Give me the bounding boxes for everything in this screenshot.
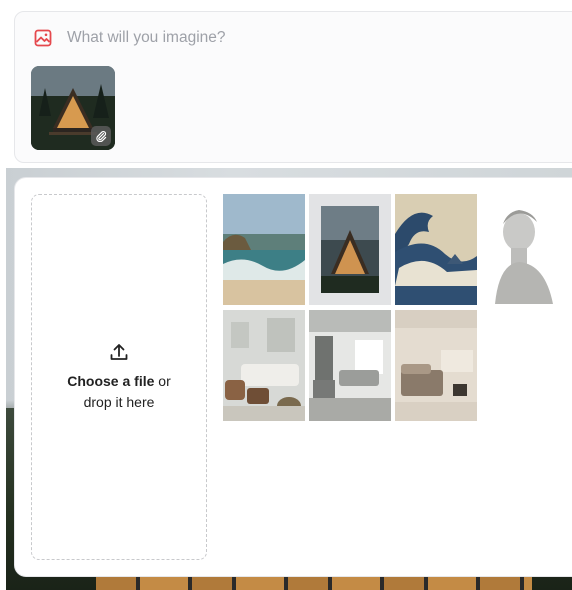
image-upload-panel: Choose a file or drop it here <box>14 177 572 577</box>
background-cabin-lights <box>96 576 532 590</box>
greek-bust-image[interactable] <box>481 194 563 305</box>
great-wave-image[interactable] <box>395 194 477 305</box>
drop-here-text: drop it here <box>83 394 155 410</box>
attached-image-thumbnail[interactable] <box>31 66 115 150</box>
image-icon[interactable] <box>34 29 52 47</box>
dropzone-text: Choose a file or drop it here <box>67 371 170 413</box>
bedroom-image[interactable] <box>395 310 477 421</box>
or-text: or <box>154 373 171 389</box>
file-dropzone[interactable]: Choose a file or drop it here <box>31 194 207 560</box>
choose-file-link[interactable]: Choose a file <box>67 373 154 389</box>
prompt-input[interactable] <box>67 26 547 50</box>
a-frame-cabin-image[interactable] <box>309 194 391 305</box>
living-room-image[interactable] <box>223 310 305 421</box>
loft-interior-image[interactable] <box>309 310 391 421</box>
paperclip-icon[interactable] <box>91 126 111 146</box>
prompt-panel <box>14 11 572 163</box>
beach-waves-image[interactable] <box>223 194 305 305</box>
upload-icon <box>110 344 128 360</box>
